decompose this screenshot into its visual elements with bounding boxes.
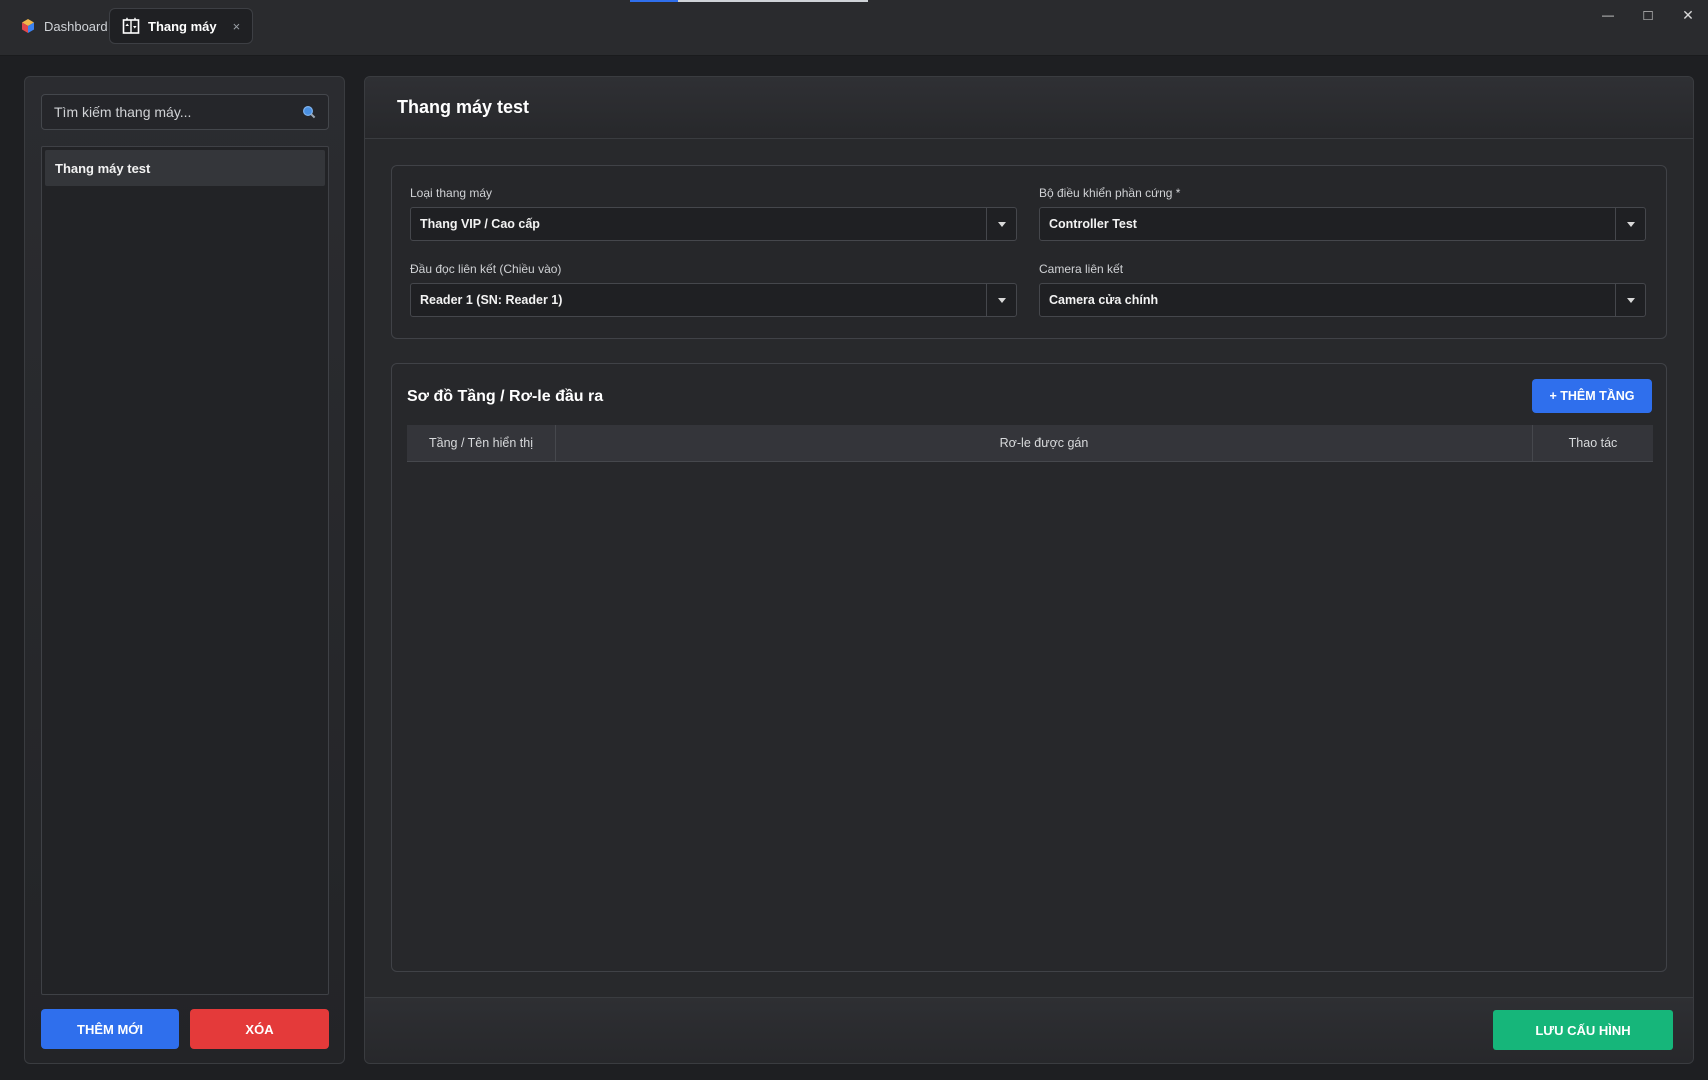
camera-select[interactable]: Camera cửa chính <box>1039 283 1646 317</box>
tab-elevator[interactable]: Thang máy × <box>109 8 254 44</box>
minimize-icon[interactable]: — <box>1588 0 1628 30</box>
reader-value: Reader 1 (SN: Reader 1) <box>420 293 563 307</box>
elevator-list-panel: Thang máy test THÊM MỚI XÓA <box>24 76 345 1064</box>
floor-table-header: Tầng / Tên hiển thị Rơ-le được gán Thao … <box>407 425 1653 462</box>
elevator-detail-panel: Thang máy test Loại thang máy Thang VIP … <box>364 76 1694 1064</box>
chevron-down-icon[interactable] <box>986 208 1016 240</box>
hardware-controller-select[interactable]: Controller Test <box>1039 207 1646 241</box>
elevator-type-field: Loại thang máy Thang VIP / Cao cấp <box>410 186 1017 241</box>
chevron-down-icon[interactable] <box>1615 208 1645 240</box>
tab-dashboard-label: Dashboard <box>44 18 108 34</box>
chevron-down-icon[interactable] <box>1615 284 1645 316</box>
camera-value: Camera cửa chính <box>1049 293 1159 307</box>
loading-indicator-track <box>678 0 868 2</box>
title-bar: Dashboard Thang máy × — □ ✕ <box>0 0 1708 56</box>
column-header-floor[interactable]: Tầng / Tên hiển thị <box>407 425 556 461</box>
hardware-controller-value: Controller Test <box>1049 217 1137 231</box>
hardware-controller-label: Bộ điều khiển phần cứng * <box>1039 186 1181 200</box>
elevator-icon <box>122 17 140 34</box>
elevator-list: Thang máy test <box>41 146 329 995</box>
elevator-type-select[interactable]: Thang VIP / Cao cấp <box>410 207 1017 241</box>
camera-label: Camera liên kết <box>1039 262 1124 276</box>
reader-select[interactable]: Reader 1 (SN: Reader 1) <box>410 283 1017 317</box>
list-item-label: Thang máy test <box>55 160 151 176</box>
loading-indicator <box>630 0 678 2</box>
page-title: Thang máy test <box>397 97 530 117</box>
add-floor-button[interactable]: + THÊM TẦNG <box>1532 379 1652 413</box>
save-config-button[interactable]: LƯU CẤU HÌNH <box>1493 1010 1673 1050</box>
panel-header: Thang máy test <box>365 77 1693 139</box>
search-box <box>41 94 329 130</box>
chevron-down-icon[interactable] <box>986 284 1016 316</box>
list-item[interactable]: Thang máy test <box>45 150 325 186</box>
tab-dashboard[interactable]: Dashboard <box>8 8 120 44</box>
config-card: Loại thang máy Thang VIP / Cao cấp Bộ đi… <box>391 165 1667 339</box>
search-input[interactable] <box>54 104 302 120</box>
elevator-type-value: Thang VIP / Cao cấp <box>420 217 540 231</box>
search-icon[interactable] <box>302 105 316 119</box>
maximize-icon[interactable]: □ <box>1628 0 1668 30</box>
camera-field: Camera liên kết Camera cửa chính <box>1039 262 1646 317</box>
elevator-type-label: Loại thang máy <box>410 186 493 200</box>
cube-logo-icon <box>22 19 34 33</box>
section-title: Sơ đồ Tầng / Rơ-le đầu ra <box>407 388 604 405</box>
close-tab-icon[interactable]: × <box>233 19 241 34</box>
floor-relay-card: Sơ đồ Tầng / Rơ-le đầu ra + THÊM TẦNG Tầ… <box>391 363 1667 972</box>
add-new-button[interactable]: THÊM MỚI <box>41 1009 179 1049</box>
window-controls: — □ ✕ <box>1588 0 1708 30</box>
tab-elevator-label: Thang máy <box>148 18 217 34</box>
hardware-controller-field: Bộ điều khiển phần cứng * Controller Tes… <box>1039 186 1646 241</box>
close-window-icon[interactable]: ✕ <box>1668 0 1708 30</box>
delete-button[interactable]: XÓA <box>190 1009 329 1049</box>
reader-field: Đầu đọc liên kết (Chiều vào) Reader 1 (S… <box>410 262 1017 317</box>
column-header-actions[interactable]: Thao tác <box>1533 425 1653 461</box>
column-header-relay[interactable]: Rơ-le được gán <box>556 425 1533 461</box>
reader-label: Đầu đọc liên kết (Chiều vào) <box>410 262 562 276</box>
panel-footer: LƯU CẤU HÌNH <box>365 997 1693 1063</box>
